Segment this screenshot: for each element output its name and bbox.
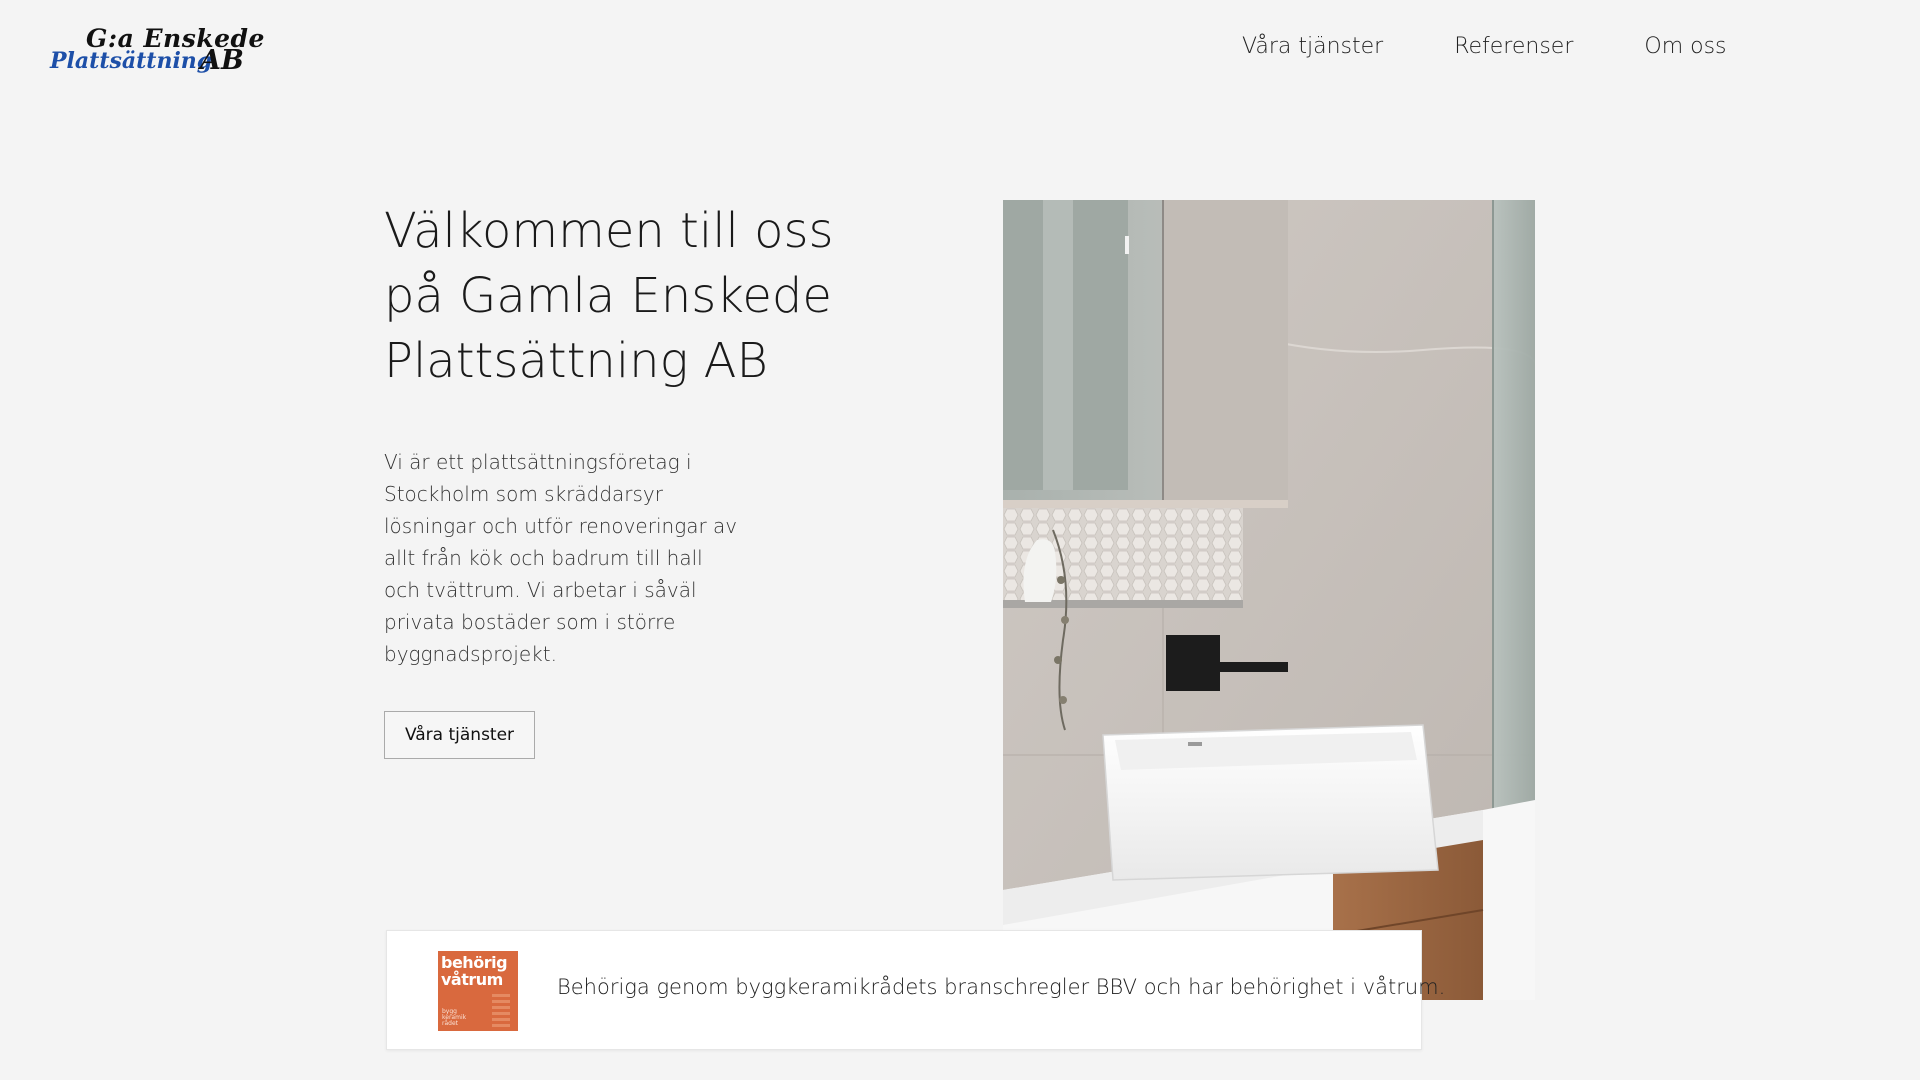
badge-small-text: bygg keramik rådet [442,1008,467,1027]
bathroom-hero-image [1003,200,1535,1000]
badge-line2: våtrum [441,970,503,989]
company-logo[interactable]: G:a Enskede Plattsättning AB [50,24,265,78]
badge-line1: behörig [441,953,508,972]
nav-link-references[interactable]: Referenser [1454,34,1573,59]
main-nav: Våra tjänster Referenser Om oss [1242,34,1798,59]
hero-description: Vi är ett plattsättningsföretag i Stockh… [384,450,738,666]
services-button[interactable]: Våra tjänster [384,711,535,759]
logo-text-ab: AB [200,45,244,76]
nav-link-about[interactable]: Om oss [1644,34,1726,59]
certification-text: Behöriga genom byggkeramikrådets bransch… [557,975,1446,999]
nav-link-services[interactable]: Våra tjänster [1242,34,1383,59]
bathroom-illustration [1003,200,1535,1000]
certification-card: behörig våtrum bygg keramik rådet Behöri… [386,930,1445,1050]
behorig-vatrum-badge: behörig våtrum bygg keramik rådet [438,951,518,1031]
hero-title: Välkommen till oss på Gamla Enskede Plat… [384,203,834,389]
logo-text-line2: Plattsättning [50,48,213,74]
badge-stripe-decoration [492,993,510,1027]
